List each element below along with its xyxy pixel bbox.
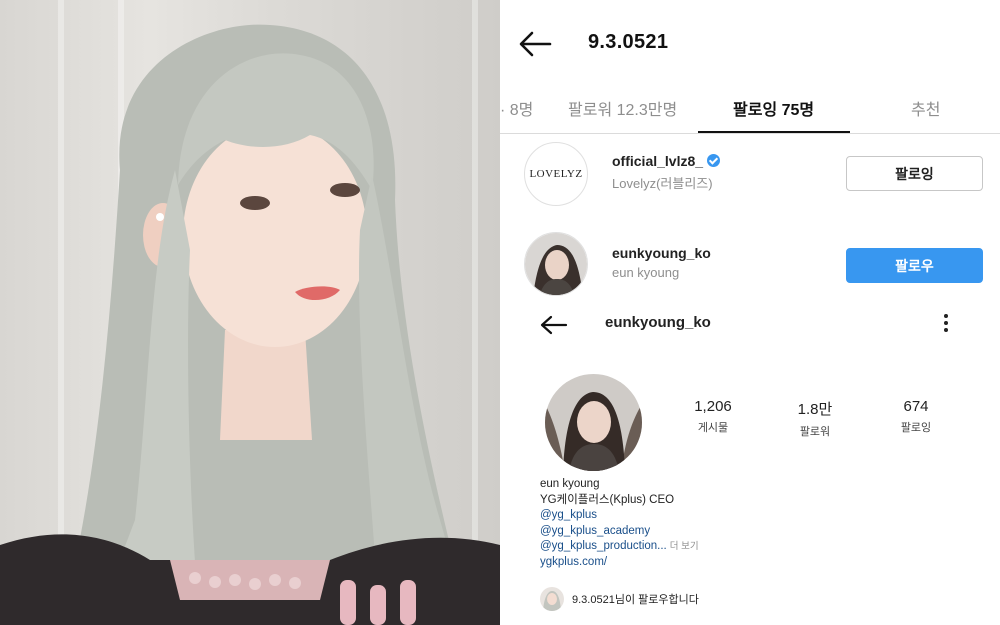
list-item[interactable]: LOVELYZ official_lvlz8_ Lovelyz(러블리즈) 팔로… — [500, 134, 1000, 214]
followers-stat[interactable]: 1.8만 팔로워 — [775, 398, 855, 439]
profile-avatar[interactable] — [545, 374, 642, 471]
username-text: official_lvlz8_ — [612, 153, 704, 169]
profile-screenshot: eunkyoung_ko 1,206 게시물 1.8만 팔로워 674 팔로잉 — [500, 300, 1000, 625]
avatar — [540, 587, 564, 611]
follow-button[interactable]: 팔로우 — [846, 248, 983, 283]
posts-count: 1,206 — [694, 398, 732, 415]
avatar-photo — [525, 233, 587, 295]
tab-followers[interactable]: 팔로워 12.3만명 — [568, 96, 677, 120]
bio-line: YG케이플러스(Kplus) CEO — [540, 493, 675, 506]
followers-count: 1.8만 — [797, 401, 833, 418]
verified-badge-icon — [707, 154, 721, 167]
followed-by[interactable]: 9.3.0521님이 팔로우합니다 — [540, 586, 699, 612]
more-vertical-icon[interactable] — [940, 312, 952, 334]
posts-label: 게시물 — [697, 422, 729, 434]
top-header: 9.3.0521 — [500, 0, 1000, 86]
list-item[interactable]: eunkyoung_ko eun kyoung 팔로우 — [500, 226, 1000, 306]
avatar[interactable]: LOVELYZ — [524, 142, 588, 206]
active-tab-indicator — [698, 131, 850, 133]
username[interactable]: official_lvlz8_ — [612, 153, 721, 169]
following-label: 팔로잉 — [900, 422, 932, 434]
instagram-following-screen: 9.3.0521 · 8명 팔로워 12.3만명 팔로잉 75명 추천 LOVE… — [500, 0, 1000, 625]
portrait-illustration — [0, 24, 500, 625]
mutual-avatar-photo — [540, 587, 564, 611]
bio-link[interactable]: @yg_kplus_academy — [540, 524, 699, 540]
posts-stat[interactable]: 1,206 게시물 — [673, 398, 753, 435]
following-stat[interactable]: 674 팔로잉 — [876, 398, 956, 435]
followed-by-text: 9.3.0521님이 팔로우합니다 — [572, 594, 699, 606]
username[interactable]: eunkyoung_ko — [612, 245, 711, 261]
back-arrow-icon[interactable] — [540, 315, 568, 335]
follow-tabs: · 8명 팔로워 12.3만명 팔로잉 75명 추천 — [500, 86, 1000, 134]
followers-label: 팔로워 — [799, 426, 831, 438]
profile-photo — [545, 374, 642, 471]
display-name: Lovelyz(러블리즈) — [612, 176, 713, 191]
tab-mutual[interactable]: · 8명 — [500, 96, 533, 120]
tab-suggested[interactable]: 추천 — [911, 96, 940, 120]
bio-link[interactable]: @yg_kplus_production... — [540, 540, 667, 552]
tab-following[interactable]: 팔로잉 75명 — [733, 96, 814, 120]
portrait-photo — [0, 0, 500, 625]
following-button[interactable]: 팔로잉 — [846, 156, 983, 191]
display-name: eun kyoung — [612, 265, 680, 280]
avatar[interactable] — [524, 232, 588, 296]
profile-username: eunkyoung_ko — [605, 314, 711, 331]
lovelyz-logo: LOVELYZ — [529, 168, 583, 180]
bio-link[interactable]: @yg_kplus — [540, 508, 699, 524]
following-count: 674 — [903, 398, 929, 415]
website-link[interactable]: ygkplus.com/ — [540, 555, 699, 571]
page-title: 9.3.0521 — [588, 31, 669, 53]
profile-bio: eun kyoung YG케이플러스(Kplus) CEO @yg_kplus … — [540, 477, 699, 570]
more-link[interactable]: 더 보기 — [670, 541, 699, 552]
bio-name: eun kyoung — [540, 478, 600, 490]
back-arrow-icon[interactable] — [518, 30, 552, 58]
